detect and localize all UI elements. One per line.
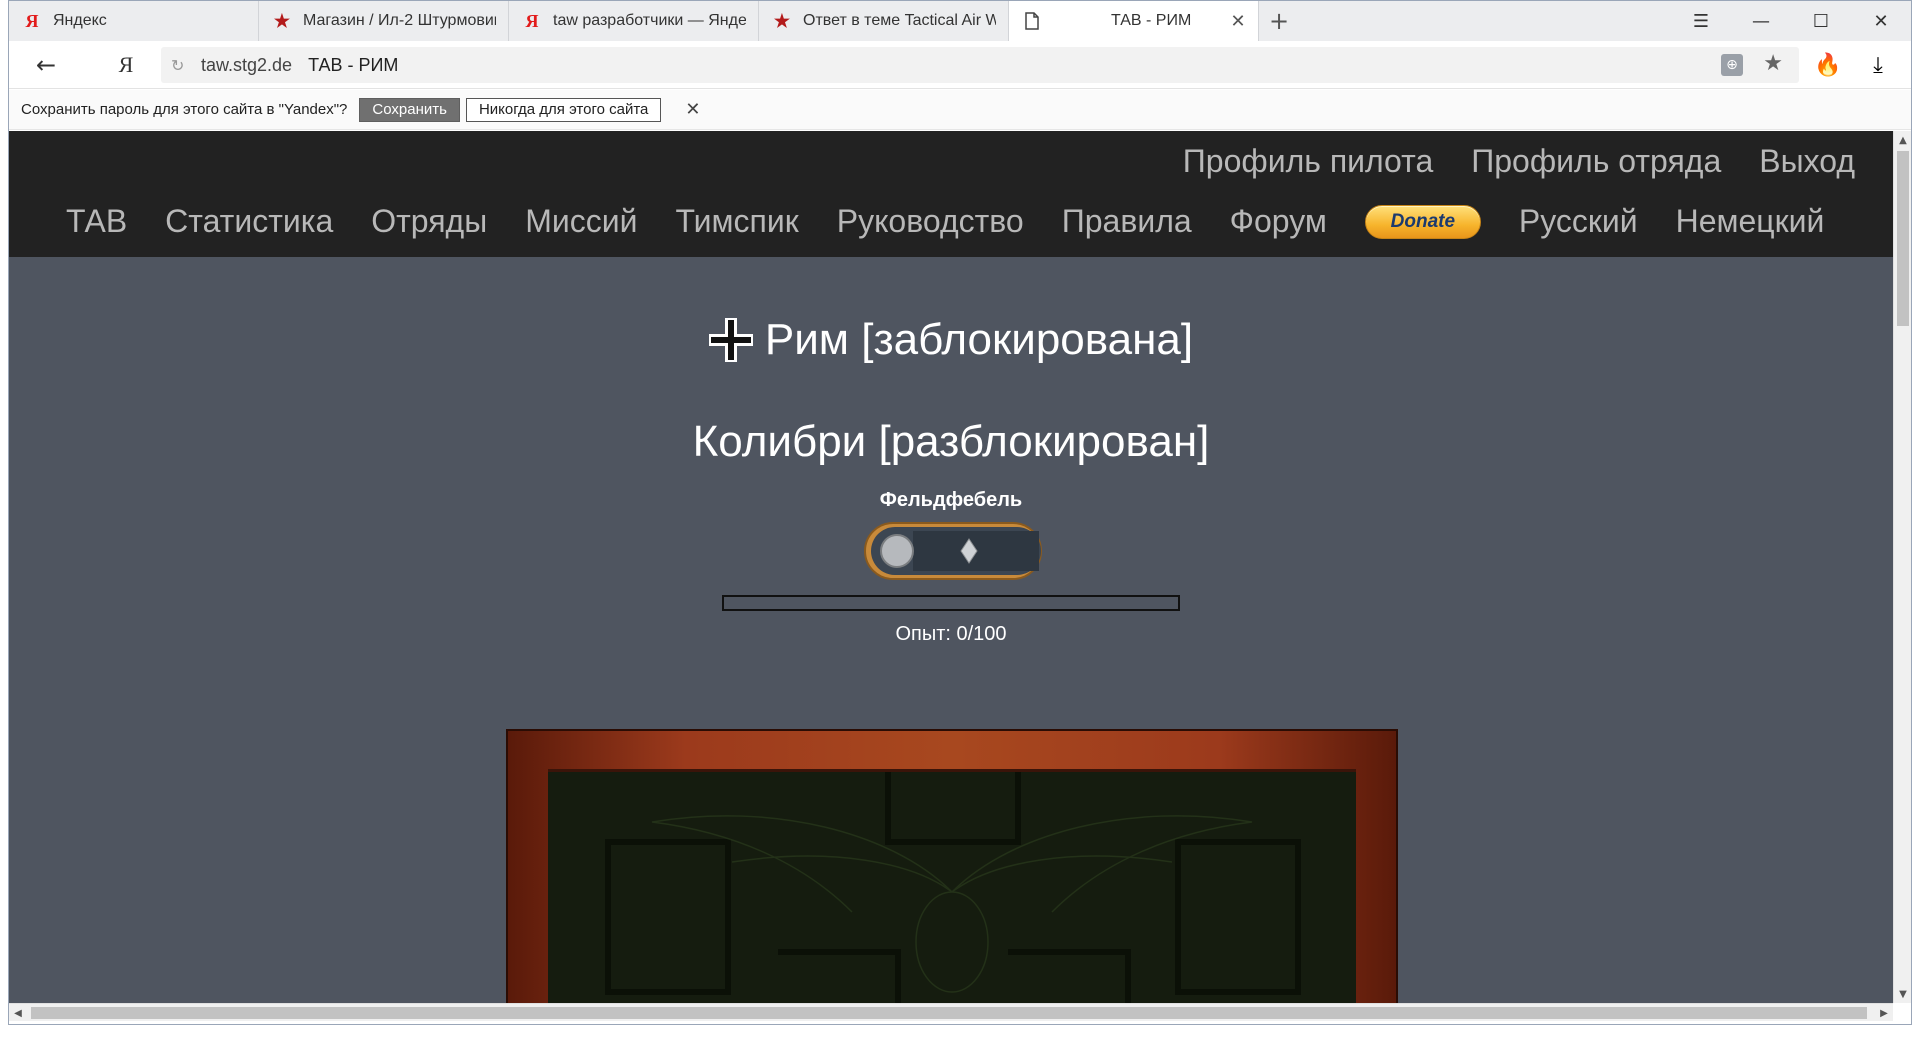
scroll-up-icon[interactable]: ▲ [1894, 131, 1912, 149]
vertical-scrollbar[interactable]: ▲ ▼ [1893, 131, 1911, 1003]
nav-squads[interactable]: Отряды [371, 203, 487, 240]
horizontal-scroll-thumb[interactable] [31, 1007, 1867, 1019]
tab-search[interactable]: Я taw разработчики — Яндекс [509, 1, 759, 41]
medal-case-interior [548, 769, 1356, 1003]
tab-title: Ответ в теме Tactical Air Wa [803, 12, 996, 29]
site-header: Профиль пилота Профиль отряда Выход ТАВ … [9, 131, 1893, 257]
scroll-left-icon[interactable]: ◀ [9, 1004, 27, 1022]
experience-label: Опыт: 0/100 [895, 623, 1007, 645]
url-field[interactable]: ↻ taw.stg2.de ТАВ - РИМ ⊕ ★ [161, 47, 1799, 83]
reload-icon[interactable]: ↻ [171, 56, 201, 75]
donate-button[interactable]: Donate [1364, 204, 1481, 239]
tab-taw-rome[interactable]: ТАВ - РИМ ✕ [1009, 1, 1259, 41]
nav-taw[interactable]: ТАВ [66, 203, 127, 240]
medal-case-frame [506, 729, 1398, 1003]
close-infobar-icon[interactable]: ✕ [685, 99, 700, 120]
translate-icon[interactable]: ⊕ [1721, 54, 1743, 76]
save-password-button[interactable]: Сохранить [359, 97, 460, 122]
browser-window: Я Яндекс ★ Магазин / Ил-2 Штурмовик Я ta… [8, 0, 1912, 1025]
nav-statistics[interactable]: Статистика [165, 203, 333, 240]
download-icon[interactable]: ⤓ [1853, 49, 1903, 81]
menu-icon[interactable]: ☰ [1671, 1, 1731, 41]
tab-yandex[interactable]: Я Яндекс [9, 1, 259, 41]
horizontal-scrollbar[interactable]: ◀ ▶ [9, 1003, 1893, 1021]
yandex-y-icon: Я [25, 10, 39, 31]
main-nav: ТАВ Статистика Отряды Миссий Тимспик Рук… [66, 203, 1824, 240]
nav-lang-russian[interactable]: Русский [1519, 203, 1638, 240]
close-window-icon[interactable]: ✕ [1851, 1, 1911, 41]
password-infobar: Сохранить пароль для этого сайта в "Yand… [9, 90, 1911, 130]
page-icon [1023, 12, 1041, 30]
yandex-y-icon: Я [525, 10, 539, 31]
nav-missions[interactable]: Миссий [525, 203, 637, 240]
tab-title: Яндекс [53, 12, 107, 29]
page-viewport: Профиль пилота Профиль отряда Выход ТАВ … [9, 131, 1893, 1003]
balkenkreuz-icon [708, 318, 753, 362]
never-save-button[interactable]: Никогда для этого сайта [465, 97, 662, 122]
rank-label: Фельдфебель [879, 489, 1023, 511]
tab-forum[interactable]: ★ Ответ в теме Tactical Air Wa [759, 1, 1009, 41]
red-star-icon: ★ [273, 10, 291, 31]
nav-forum[interactable]: Форум [1230, 203, 1327, 240]
nav-rules[interactable]: Правила [1062, 203, 1192, 240]
yandex-home-icon[interactable]: Я [109, 49, 143, 81]
nav-logout[interactable]: Выход [1759, 143, 1855, 180]
tab-title: taw разработчики — Яндекс [553, 12, 746, 29]
nav-guide[interactable]: Руководство [837, 203, 1024, 240]
map-title: Рим [заблокирована] [9, 315, 1893, 365]
map-title-text: Рим [заблокирована] [764, 315, 1194, 364]
toolbar-right: 🔥 ⤓ [1803, 49, 1903, 81]
unit-title: Колибри [разблокирован] [692, 417, 1210, 466]
nav-teamspeak[interactable]: Тимспик [676, 203, 799, 240]
tab-shop[interactable]: ★ Магазин / Ил-2 Штурмовик [259, 1, 509, 41]
tab-title: Магазин / Ил-2 Штурмовик [303, 12, 496, 29]
maximize-icon[interactable]: ☐ [1791, 1, 1851, 41]
rank-shoulder-strap-icon [863, 519, 1043, 583]
experience-bar [722, 595, 1180, 611]
address-bar: ← Я ↻ taw.stg2.de ТАВ - РИМ ⊕ ★ 🔥 ⤓ [9, 41, 1911, 89]
new-tab-button[interactable]: + [1259, 1, 1299, 41]
minimize-icon[interactable]: — [1731, 1, 1791, 41]
infobar-message: Сохранить пароль для этого сайта в "Yand… [21, 101, 348, 118]
page-content: Рим [заблокирована] Колибри [разблокиров… [9, 257, 1893, 1003]
nav-squad-profile[interactable]: Профиль отряда [1471, 143, 1721, 180]
scroll-right-icon[interactable]: ▶ [1875, 1004, 1893, 1022]
nav-lang-german[interactable]: Немецкий [1676, 203, 1825, 240]
red-star-icon: ★ [773, 10, 791, 31]
tab-title: ТАВ - РИМ [1111, 12, 1192, 29]
nav-pilot-profile[interactable]: Профиль пилота [1183, 143, 1433, 180]
close-tab-icon[interactable]: ✕ [1230, 11, 1246, 32]
url-domain: taw.stg2.de [201, 54, 293, 75]
top-nav: Профиль пилота Профиль отряда Выход [1183, 143, 1855, 180]
url-page-title: ТАВ - РИМ [308, 54, 399, 75]
back-arrow-icon[interactable]: ← [29, 49, 63, 81]
flame-extension-icon[interactable]: 🔥 [1803, 49, 1853, 81]
bookmark-star-icon[interactable]: ★ [1763, 51, 1783, 76]
vertical-scroll-thumb[interactable] [1897, 151, 1909, 326]
scroll-down-icon[interactable]: ▼ [1894, 985, 1912, 1003]
window-controls: ☰ — ☐ ✕ [1671, 1, 1911, 41]
tab-strip: Я Яндекс ★ Магазин / Ил-2 Штурмовик Я ta… [9, 1, 1911, 41]
